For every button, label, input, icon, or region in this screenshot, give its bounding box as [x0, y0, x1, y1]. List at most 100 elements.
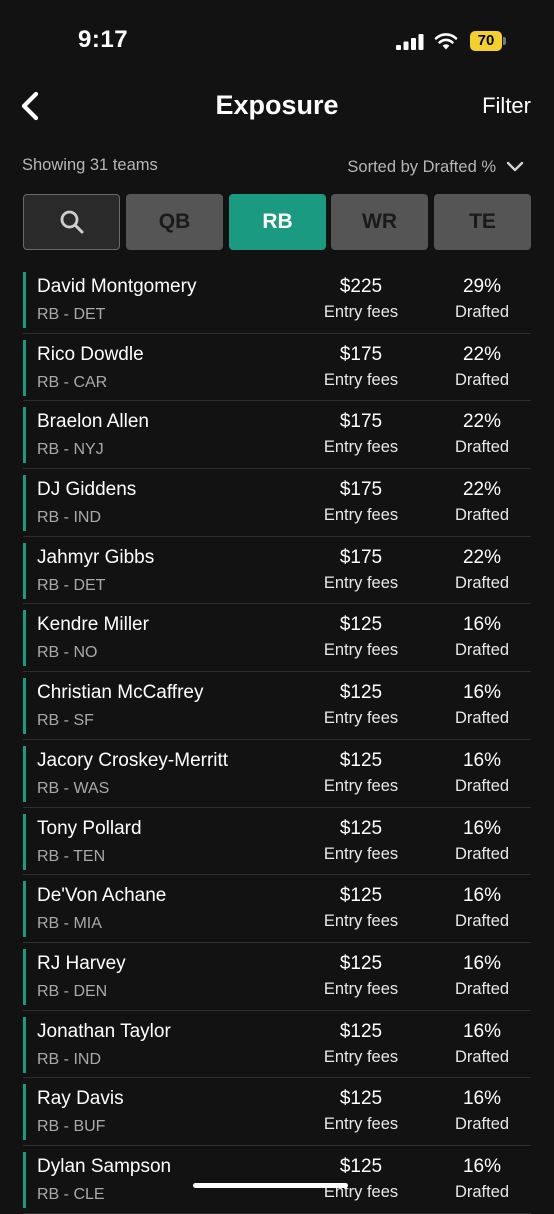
- entry-fee-value: $125: [339, 1088, 383, 1110]
- drafted-percent-value: 16%: [462, 614, 502, 636]
- player-row[interactable]: Dylan Sampson RB - CLE $125 Entry fees 16% Dr…: [0, 1146, 554, 1214]
- player-position-team: RB - BUF: [37, 1118, 106, 1136]
- player-row[interactable]: Braelon Allen RB - NYJ $175 Entry fees 22% Dr…: [0, 401, 554, 470]
- player-row[interactable]: Jonathan Taylor RB - IND $125 Entry fees 16%…: [0, 1011, 554, 1079]
- row-accent-bar: [23, 745, 26, 802]
- status-bar: 9:17 70: [0, 0, 554, 70]
- player-row[interactable]: Ray Davis RB - BUF $125 Entry fees 16% Drafte…: [0, 1078, 554, 1146]
- drafted-percent-value: 16%: [462, 1155, 502, 1177]
- player-position-team: RB - WAS: [37, 779, 110, 797]
- drafted-percent-label: Drafted: [454, 1182, 510, 1201]
- player-name: Rico Dowdle: [37, 343, 144, 365]
- player-position-team: RB - IND: [37, 509, 101, 527]
- row-accent-bar: [23, 610, 26, 667]
- search-button[interactable]: [23, 194, 120, 250]
- sort-dropdown[interactable]: Sorted by Drafted %: [347, 154, 524, 180]
- entry-fee-value: $125: [339, 749, 383, 771]
- player-row[interactable]: RJ Harvey RB - DEN $125 Entry fees 16% Drafte…: [0, 943, 554, 1011]
- tab-qb[interactable]: QB: [126, 194, 223, 250]
- drafted-percent-label: Drafted: [454, 573, 510, 592]
- player-position-team: RB - IND: [37, 1050, 101, 1068]
- player-row[interactable]: Jacory Croskey-Merritt RB - WAS $125 Entry …: [0, 740, 554, 808]
- player-name: Braelon Allen: [37, 411, 149, 433]
- row-divider: [23, 1212, 531, 1214]
- chevron-down-icon: [506, 161, 524, 172]
- player-position-team: RB - DEN: [37, 982, 108, 1000]
- entry-fee-label: Entry fees: [323, 370, 399, 389]
- entry-fee-label: Entry fees: [323, 506, 399, 525]
- battery-icon: 70: [470, 31, 506, 51]
- player-position-team: RB - DET: [37, 306, 106, 323]
- home-indicator[interactable]: [193, 1183, 348, 1188]
- tab-wr[interactable]: WR: [331, 194, 428, 250]
- drafted-percent-label: Drafted: [454, 1115, 510, 1134]
- entry-fee-label: Entry fees: [323, 1047, 399, 1066]
- player-position-team: RB - NO: [37, 644, 98, 662]
- entry-fee-value: $125: [339, 885, 383, 907]
- player-name: Ray Davis: [37, 1088, 124, 1110]
- drafted-percent-value: 16%: [462, 1088, 502, 1110]
- entry-fee-label: Entry fees: [323, 1115, 399, 1134]
- tab-te[interactable]: TE: [434, 194, 531, 250]
- entry-fee-label: Entry fees: [323, 641, 399, 660]
- row-accent-bar: [23, 339, 26, 396]
- filter-button[interactable]: Filter: [482, 93, 531, 119]
- drafted-percent-label: Drafted: [454, 776, 510, 795]
- team-count-label: Showing 31 teams: [22, 156, 158, 174]
- player-name: DJ Giddens: [37, 479, 137, 501]
- row-accent-bar: [23, 542, 26, 599]
- player-position-team: RB - DET: [37, 576, 106, 594]
- entry-fee-label: Entry fees: [323, 303, 399, 321]
- entry-fee-value: $175: [339, 546, 383, 568]
- row-accent-bar: [23, 948, 26, 1005]
- drafted-percent-value: 16%: [462, 885, 502, 907]
- player-position-team: RB - TEN: [37, 847, 106, 865]
- player-position-team: RB - CLE: [37, 1185, 105, 1203]
- search-icon: [60, 210, 83, 234]
- drafted-percent-label: Drafted: [454, 844, 510, 863]
- drafted-percent-label: Drafted: [454, 303, 510, 321]
- entry-fee-value: $175: [339, 411, 383, 433]
- row-accent-bar: [23, 813, 26, 870]
- entry-fee-label: Entry fees: [323, 709, 399, 728]
- entry-fee-label: Entry fees: [323, 438, 399, 457]
- drafted-percent-value: 22%: [462, 343, 502, 365]
- player-name: Tony Pollard: [37, 817, 142, 839]
- drafted-percent-label: Drafted: [454, 370, 510, 389]
- drafted-percent-label: Drafted: [454, 979, 510, 998]
- tab-rb[interactable]: RB: [229, 194, 326, 250]
- player-name: Jahmyr Gibbs: [37, 546, 155, 568]
- entry-fee-label: Entry fees: [323, 912, 399, 931]
- cellular-signal-icon: [396, 34, 424, 50]
- page-title: Exposure: [215, 90, 339, 120]
- battery-tip: [503, 37, 506, 45]
- player-row[interactable]: Kendre Miller RB - NO $125 Entry fees 16% Dra…: [0, 604, 554, 673]
- drafted-percent-label: Drafted: [454, 912, 510, 931]
- sort-label: Sorted by Drafted %: [347, 157, 496, 176]
- drafted-percent-label: Drafted: [454, 709, 510, 728]
- player-row[interactable]: Tony Pollard RB - TEN $125 Entry fees 16% Dra…: [0, 808, 554, 876]
- entry-fee-value: $125: [339, 1155, 383, 1177]
- player-row[interactable]: Rico Dowdle RB - CAR $175 Entry fees 22% Draf…: [0, 334, 554, 402]
- player-row[interactable]: De'Von Achane RB - MIA $125 Entry fees 16% Dr…: [0, 875, 554, 943]
- status-time: 9:17: [78, 26, 129, 53]
- player-row[interactable]: Jahmyr Gibbs RB - DET $175 Entry fees 22% Dra…: [0, 537, 554, 605]
- drafted-percent-value: 16%: [462, 1020, 502, 1042]
- wifi-icon: [434, 33, 458, 50]
- entry-fee-label: Entry fees: [323, 573, 399, 592]
- player-list: David Montgomery RB - DET $225 Entry fees 29…: [0, 266, 554, 1214]
- player-position-team: RB - NYJ: [37, 441, 104, 459]
- player-position-team: RB - MIA: [37, 915, 102, 933]
- player-name: De'Von Achane: [37, 885, 167, 907]
- player-name: RJ Harvey: [37, 952, 126, 974]
- player-row[interactable]: David Montgomery RB - DET $225 Entry fees 29…: [0, 266, 554, 334]
- drafted-percent-value: 16%: [462, 952, 502, 974]
- drafted-percent-value: 22%: [462, 479, 502, 501]
- entry-fee-value: $125: [339, 614, 383, 636]
- player-position-team: RB - SF: [37, 712, 94, 730]
- entry-fee-value: $125: [339, 1020, 383, 1042]
- drafted-percent-label: Drafted: [454, 438, 510, 457]
- player-row[interactable]: DJ Giddens RB - IND $175 Entry fees 22% Draft…: [0, 469, 554, 537]
- player-row[interactable]: Christian McCaffrey RB - SF $125 Entry fees…: [0, 672, 554, 740]
- drafted-percent-value: 22%: [462, 411, 502, 433]
